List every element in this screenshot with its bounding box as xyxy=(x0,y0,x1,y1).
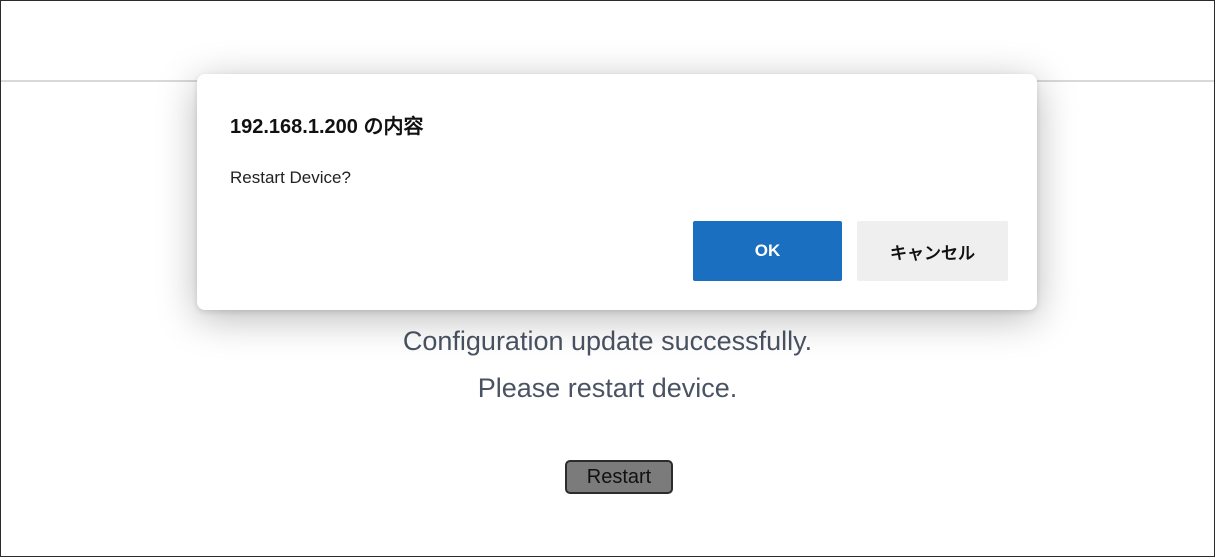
status-message-line1: Configuration update successfully. xyxy=(402,326,813,356)
status-message-line2: Please restart device. xyxy=(477,373,738,403)
top-bar xyxy=(1,1,1214,80)
cancel-button[interactable]: キャンセル xyxy=(857,221,1008,281)
restart-button[interactable]: Restart xyxy=(565,460,673,494)
confirm-dialog: 192.168.1.200 の内容 Restart Device? OK キャン… xyxy=(197,74,1037,310)
dialog-message: Restart Device? xyxy=(230,168,351,187)
dialog-title: 192.168.1.200 の内容 xyxy=(230,116,424,138)
ok-button[interactable]: OK xyxy=(693,221,842,281)
